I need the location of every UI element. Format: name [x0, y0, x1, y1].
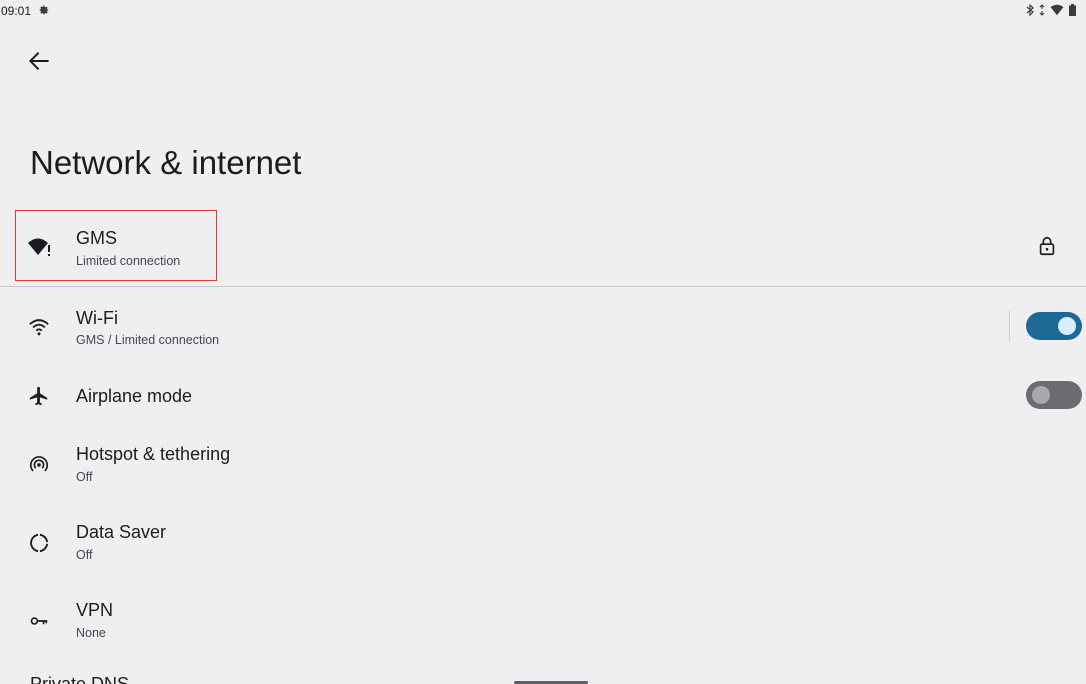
wifi-title: Wi-Fi [76, 308, 118, 328]
wifi-icon [29, 319, 49, 336]
vpn-title: VPN [76, 600, 114, 620]
lock-icon[interactable] [1036, 235, 1058, 257]
network-name: GMS [76, 228, 118, 248]
airplane-mode-toggle[interactable] [1026, 381, 1082, 409]
vpn-key-icon [30, 617, 48, 625]
wifi-limited-icon [28, 238, 50, 256]
hotspot-row[interactable]: Hotspot & tethering Off [0, 436, 1086, 492]
hotspot-subtitle: Off [76, 470, 93, 484]
network-status: Limited connection [76, 254, 181, 268]
battery-icon [1069, 4, 1076, 16]
settings-icon [39, 5, 49, 15]
vpn-row[interactable]: VPN None [0, 592, 1086, 648]
airplane-title: Airplane mode [76, 386, 193, 406]
status-bar: 09:01 [0, 0, 1086, 22]
toggle-separator [1009, 311, 1010, 341]
wifi-row[interactable]: Wi-Fi GMS / Limited connection [0, 300, 1086, 356]
data-saver-subtitle: Off [76, 548, 93, 562]
data-saver-title: Data Saver [76, 522, 167, 542]
wifi-subtitle: GMS / Limited connection [76, 333, 220, 347]
toggle-knob [1032, 386, 1050, 404]
data-saver-icon [30, 533, 49, 553]
vpn-subtitle: None [76, 626, 106, 640]
status-time: 09:01 [1, 4, 32, 18]
airplane-mode-row[interactable]: Airplane mode [0, 376, 1086, 416]
private-dns-title: Private DNS [30, 674, 130, 684]
wifi-toggle[interactable] [1026, 312, 1082, 340]
hotspot-icon [29, 456, 49, 472]
wifi-limited-icon [1050, 4, 1064, 16]
current-network-row[interactable]: GMS Limited connection [0, 210, 1086, 284]
toggle-knob [1058, 317, 1076, 335]
private-dns-row[interactable]: Private DNS [0, 674, 200, 684]
status-icons [1026, 4, 1076, 16]
page-title: Network & internet [30, 144, 302, 181]
bluetooth-icon [1026, 4, 1034, 16]
divider [0, 286, 1086, 287]
data-saver-row[interactable]: Data Saver Off [0, 514, 1086, 570]
hotspot-title: Hotspot & tethering [76, 444, 231, 464]
airplane-icon [29, 386, 48, 406]
arrow-back-icon[interactable] [26, 48, 52, 74]
data-arrows-icon [1039, 4, 1045, 16]
